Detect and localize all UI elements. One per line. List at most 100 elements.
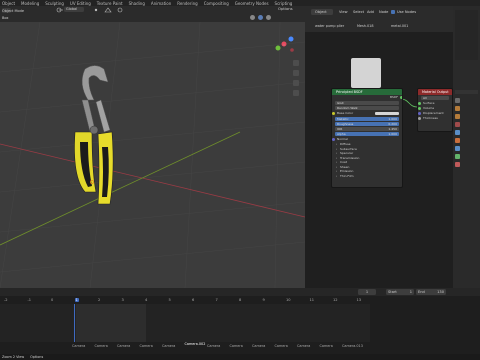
ruler-tick: 7	[215, 298, 218, 302]
workspace-tab-8[interactable]: Compositing	[204, 1, 229, 6]
normal-socket[interactable]	[332, 138, 335, 141]
camera-marker[interactable]: Camera	[230, 344, 243, 348]
end-frame-field[interactable]: End 130	[416, 289, 446, 295]
thickness-input-row: Thickness	[418, 116, 452, 121]
options-menu[interactable]: Options	[278, 6, 293, 11]
camera-marker[interactable]: Camera	[140, 344, 153, 348]
workspace-tab-9[interactable]: Geometry Nodes	[235, 1, 269, 6]
outliner-strip[interactable]	[455, 10, 478, 60]
workspace-tab-3[interactable]: UV Editing	[70, 1, 91, 6]
use-nodes-checkbox[interactable]	[391, 9, 395, 14]
ruler-tick: 4	[145, 298, 148, 302]
output-node-header: Material Output	[418, 89, 452, 95]
properties-tabs[interactable]	[455, 98, 461, 238]
menu-node[interactable]: Node	[379, 10, 388, 14]
rendered-shading-icon[interactable]	[266, 15, 271, 20]
bsdf-panel-7[interactable]: › Thin Film	[332, 174, 402, 179]
workspace-tab-2[interactable]: Sculpting	[45, 1, 64, 6]
bsdf-panels: › Diffuse › Subsurface › Specular › Transmissio…	[332, 142, 402, 178]
camera-marker[interactable]: Camera	[297, 344, 310, 348]
workspace-tab-7[interactable]: Rendering	[177, 1, 197, 6]
node-editor-canvas[interactable]: Principled BSDF BSDF GGX Random Walk Bas…	[305, 32, 453, 288]
camera-marker[interactable]: Camera	[162, 344, 175, 348]
thickness-socket[interactable]	[418, 117, 421, 120]
roughness-slider[interactable]: Roughness 0.200	[335, 122, 399, 126]
bsdf-panel-label: Emission	[340, 169, 354, 173]
camera-markers: Camera Camera Camera Camera Camera Camera.002…	[0, 342, 480, 352]
ruler-tick: 2	[98, 298, 101, 302]
ior-field[interactable]: IOR 1.450	[335, 127, 399, 131]
ruler-tick: 1	[74, 298, 79, 302]
timeline[interactable]: 1 Start 1 End 130 -2 -1 0 1 2 3 4 5 6 7 8 9 10 11 12 13…	[0, 288, 480, 360]
tool-tab-icon	[455, 98, 460, 103]
solid-shading-icon[interactable]	[250, 15, 255, 20]
camera-marker[interactable]: Camera	[320, 344, 333, 348]
bsdf-panel-label: Subsurface	[340, 146, 357, 151]
subsurface-method-dropdown[interactable]: Random Walk	[335, 106, 399, 110]
volume-socket[interactable]	[418, 107, 421, 110]
base-color-row: Base Color	[332, 111, 402, 116]
camera-marker[interactable]: Camera	[252, 344, 265, 348]
current-frame-field[interactable]: 1	[358, 289, 376, 295]
metallic-slider[interactable]: Metallic 1.000	[335, 117, 399, 121]
ruler-tick: 0	[51, 298, 54, 302]
workspace-tab-10[interactable]: Scripting	[275, 1, 293, 6]
camera-marker[interactable]: Camera	[95, 344, 108, 348]
principled-bsdf-node[interactable]: Principled BSDF BSDF GGX Random Walk Bas…	[331, 88, 403, 188]
workspace-tab-5[interactable]: Shading	[129, 1, 145, 6]
output-target-dropdown[interactable]: All	[421, 96, 449, 100]
workspace-tab-6[interactable]: Animation	[151, 1, 171, 6]
status-bar: Zoom 2 View Options	[0, 354, 480, 360]
viewport-canvas	[0, 22, 305, 288]
bsdf-panel-label: Diffuse	[340, 142, 351, 146]
distribution-dropdown[interactable]: GGX	[335, 101, 399, 105]
breadcrumb-material: metal.001	[391, 24, 409, 28]
snap-icon[interactable]	[104, 7, 112, 13]
playhead-line	[74, 304, 75, 342]
start-frame-field[interactable]: Start 1	[386, 289, 414, 295]
alpha-slider[interactable]: Alpha 1.000	[335, 132, 399, 136]
properties-panel	[453, 6, 480, 288]
workspace-tab-4[interactable]: Texture Paint	[97, 1, 123, 6]
material-output-node[interactable]: Material Output All Surface Volume Displ…	[417, 88, 453, 132]
transform-orientation-dropdown[interactable]: Global	[64, 7, 84, 12]
timeline-ruler[interactable]: -2 -1 0 1 2 3 4 5 6 7 8 9 10 11 12 13	[0, 297, 480, 304]
timeline-keyframe-area[interactable]	[0, 304, 370, 342]
navigation-gizmo[interactable]	[275, 36, 294, 52]
mode-label: Object Mode	[2, 9, 25, 13]
camera-marker[interactable]: Camera.002	[185, 342, 206, 346]
menu-add[interactable]: Add	[367, 10, 374, 14]
bsdf-output-socket[interactable]	[400, 96, 402, 99]
ruler-tick: 10	[286, 298, 291, 302]
surface-socket[interactable]	[418, 102, 421, 105]
ruler-tick: 8	[239, 298, 242, 302]
editor-type-button[interactable]: Object Mode	[2, 8, 24, 13]
ruler-tick: -2	[4, 298, 8, 302]
camera-marker[interactable]: Camera	[207, 344, 220, 348]
render-tab-icon	[455, 106, 460, 111]
shading-buttons[interactable]	[250, 15, 300, 21]
proportional-edit-icon[interactable]	[116, 7, 124, 13]
camera-marker[interactable]: Camera	[117, 344, 130, 348]
base-color-socket[interactable]	[332, 112, 335, 115]
use-nodes-label: Use Nodes	[397, 10, 417, 14]
menu-select[interactable]: Select	[353, 10, 364, 14]
camera-marker[interactable]: Camera	[275, 344, 288, 348]
camera-marker[interactable]: Camera	[72, 344, 85, 348]
properties-header	[455, 90, 478, 94]
material-shading-icon[interactable]	[258, 15, 263, 20]
camera-marker[interactable]: Camera.013	[342, 344, 363, 348]
displacement-socket[interactable]	[418, 112, 421, 115]
orientation-icon[interactable]	[56, 7, 64, 13]
pivot-icon[interactable]	[92, 7, 100, 13]
scene-tab-icon	[455, 130, 460, 135]
menu-view[interactable]: View	[339, 10, 348, 14]
box-select[interactable]: Box	[2, 15, 9, 21]
3d-viewport[interactable]	[0, 22, 305, 288]
material-tab-icon	[455, 162, 460, 167]
object-type-dropdown[interactable]: Object	[311, 9, 333, 15]
base-color-swatch[interactable]	[375, 112, 399, 115]
workspace-tab-1[interactable]: Modeling	[21, 1, 39, 6]
workspace-tab-0[interactable]: Object	[2, 1, 15, 6]
plier-model[interactable]	[74, 65, 114, 205]
